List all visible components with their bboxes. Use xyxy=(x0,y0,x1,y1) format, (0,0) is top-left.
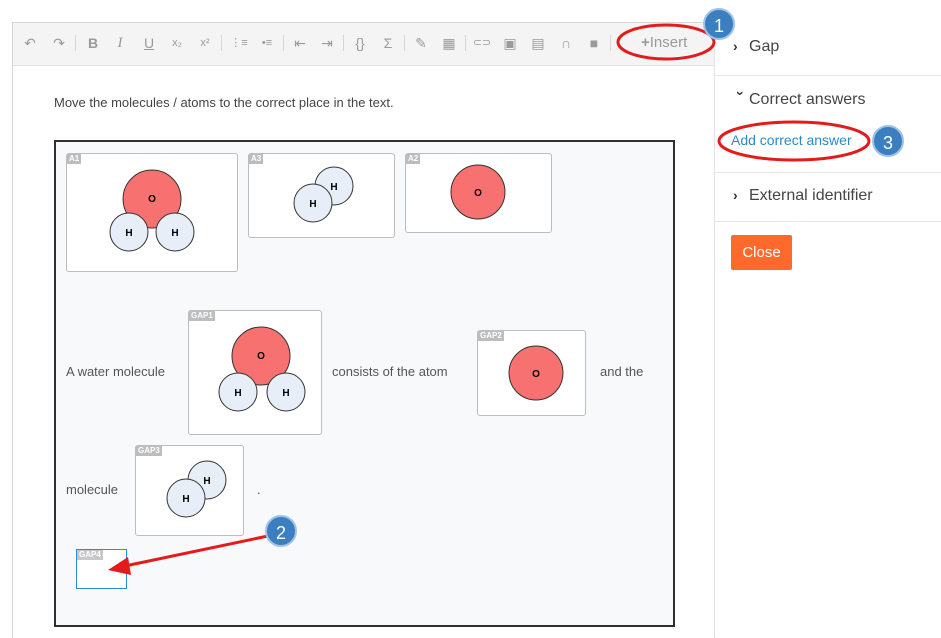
gap-tag: GAP4 xyxy=(77,550,103,560)
editor-toolbar: ↶ ↷ B I U x₂ x² ⋮≡ •≡ ⇤ ⇥ {} Σ ✎ ▦ ⊂⊃ ▣ … xyxy=(13,23,714,66)
ordered-list-icon[interactable]: ⋮≡ xyxy=(228,31,250,55)
gap-section-toggle[interactable]: › Gap xyxy=(733,38,779,56)
water-molecule-icon: O H H xyxy=(218,326,306,412)
audio-icon[interactable]: ∩ xyxy=(555,31,577,55)
draggable-answer-a2[interactable]: A2 O xyxy=(405,153,552,233)
add-correct-answer-link[interactable]: Add correct answer xyxy=(731,132,852,148)
close-button[interactable]: Close xyxy=(731,235,792,270)
outdent-icon[interactable]: ⇤ xyxy=(289,31,311,55)
gap-3-dropzone[interactable]: GAP3 H H xyxy=(135,445,244,536)
table-icon[interactable]: ▦ xyxy=(438,31,460,55)
drag-drop-canvas: A1 O H H A3 H H A2 O A water molecule GA… xyxy=(54,140,675,627)
draggable-answer-a3[interactable]: A3 H H xyxy=(248,153,395,238)
answer-tag: A2 xyxy=(406,154,421,164)
redo-icon[interactable]: ↷ xyxy=(48,31,70,55)
image-icon[interactable]: ▣ xyxy=(499,31,521,55)
bold-button[interactable]: B xyxy=(82,31,104,55)
atom-label: H xyxy=(234,388,241,399)
gap-tag: GAP1 xyxy=(189,311,215,321)
gap-2-dropzone[interactable]: GAP2 O xyxy=(477,330,586,416)
water-molecule-icon: O H H xyxy=(109,169,195,252)
gap-tag: GAP2 xyxy=(478,331,504,341)
attach-icon[interactable]: ✎ xyxy=(410,31,432,55)
callout-badge-3: 3 xyxy=(872,125,904,157)
video-icon[interactable]: ■ xyxy=(583,31,605,55)
atom-label: O xyxy=(148,194,156,205)
atom-label: H xyxy=(125,228,132,239)
sentence-text: A water molecule xyxy=(66,364,165,379)
gap-4-dropzone[interactable]: GAP4 xyxy=(76,549,127,589)
oxygen-atom-icon: O xyxy=(450,164,506,220)
atom-label: O xyxy=(474,188,482,199)
sentence-text: consists of the atom xyxy=(332,364,448,379)
plus-icon: + xyxy=(641,34,650,51)
undo-icon[interactable]: ↶ xyxy=(19,31,41,55)
external-identifier-label: External identifier xyxy=(749,187,873,204)
atom-label: H xyxy=(309,199,316,210)
question-editor: ↶ ↷ B I U x₂ x² ⋮≡ •≡ ⇤ ⇥ {} Σ ✎ ▦ ⊂⊃ ▣ … xyxy=(12,22,715,638)
superscript-button[interactable]: x² xyxy=(194,31,216,55)
atom-label: H xyxy=(171,228,178,239)
chevron-right-icon: › xyxy=(733,187,738,203)
sentence-text: . xyxy=(257,482,261,497)
link-icon[interactable]: ⊂⊃ xyxy=(471,31,493,55)
atom-label: H xyxy=(182,494,189,505)
hydrogen-molecule-icon: H H xyxy=(166,460,227,518)
answer-tag: A3 xyxy=(249,154,264,164)
atom-label: O xyxy=(257,351,265,362)
oxygen-atom-icon: O xyxy=(508,345,564,401)
gap-1-dropzone[interactable]: GAP1 O H H xyxy=(188,310,322,435)
draggable-answer-a1[interactable]: A1 O H H xyxy=(66,153,238,272)
pdf-icon[interactable]: ▤ xyxy=(527,31,549,55)
chevron-right-icon: › xyxy=(733,38,738,54)
answer-tag: A1 xyxy=(67,154,82,164)
subscript-button[interactable]: x₂ xyxy=(166,31,188,55)
gap-tag: GAP3 xyxy=(136,446,162,456)
italic-button[interactable]: I xyxy=(109,31,131,55)
code-icon[interactable]: {} xyxy=(349,31,371,55)
atom-label: H xyxy=(203,476,210,487)
question-instruction: Move the molecules / atoms to the correc… xyxy=(54,95,394,110)
atom-label: H xyxy=(330,182,337,193)
gap-settings-panel: › Gap ›Correct answers Add correct answer… xyxy=(714,22,941,637)
sentence-text: molecule xyxy=(66,482,119,497)
bullet-list-icon[interactable]: •≡ xyxy=(256,31,278,55)
correct-answers-section-toggle[interactable]: ›Correct answers xyxy=(733,91,865,109)
sentence-text: and the xyxy=(600,364,644,379)
indent-icon[interactable]: ⇥ xyxy=(316,31,338,55)
callout-badge-1: 1 xyxy=(703,8,735,40)
hydrogen-molecule-icon: H H xyxy=(293,166,354,223)
chevron-down-icon: › xyxy=(733,91,749,96)
insert-button[interactable]: +Insert xyxy=(641,34,687,51)
correct-answers-label: Correct answers xyxy=(749,91,866,108)
callout-badge-2: 2 xyxy=(265,515,297,547)
external-identifier-section-toggle[interactable]: › External identifier xyxy=(733,187,873,205)
insert-label: Insert xyxy=(649,34,688,51)
gap-section-label: Gap xyxy=(749,38,780,55)
atom-label: H xyxy=(282,388,289,399)
formula-icon[interactable]: Σ xyxy=(377,31,399,55)
underline-button[interactable]: U xyxy=(138,31,160,55)
atom-label: O xyxy=(532,369,540,380)
